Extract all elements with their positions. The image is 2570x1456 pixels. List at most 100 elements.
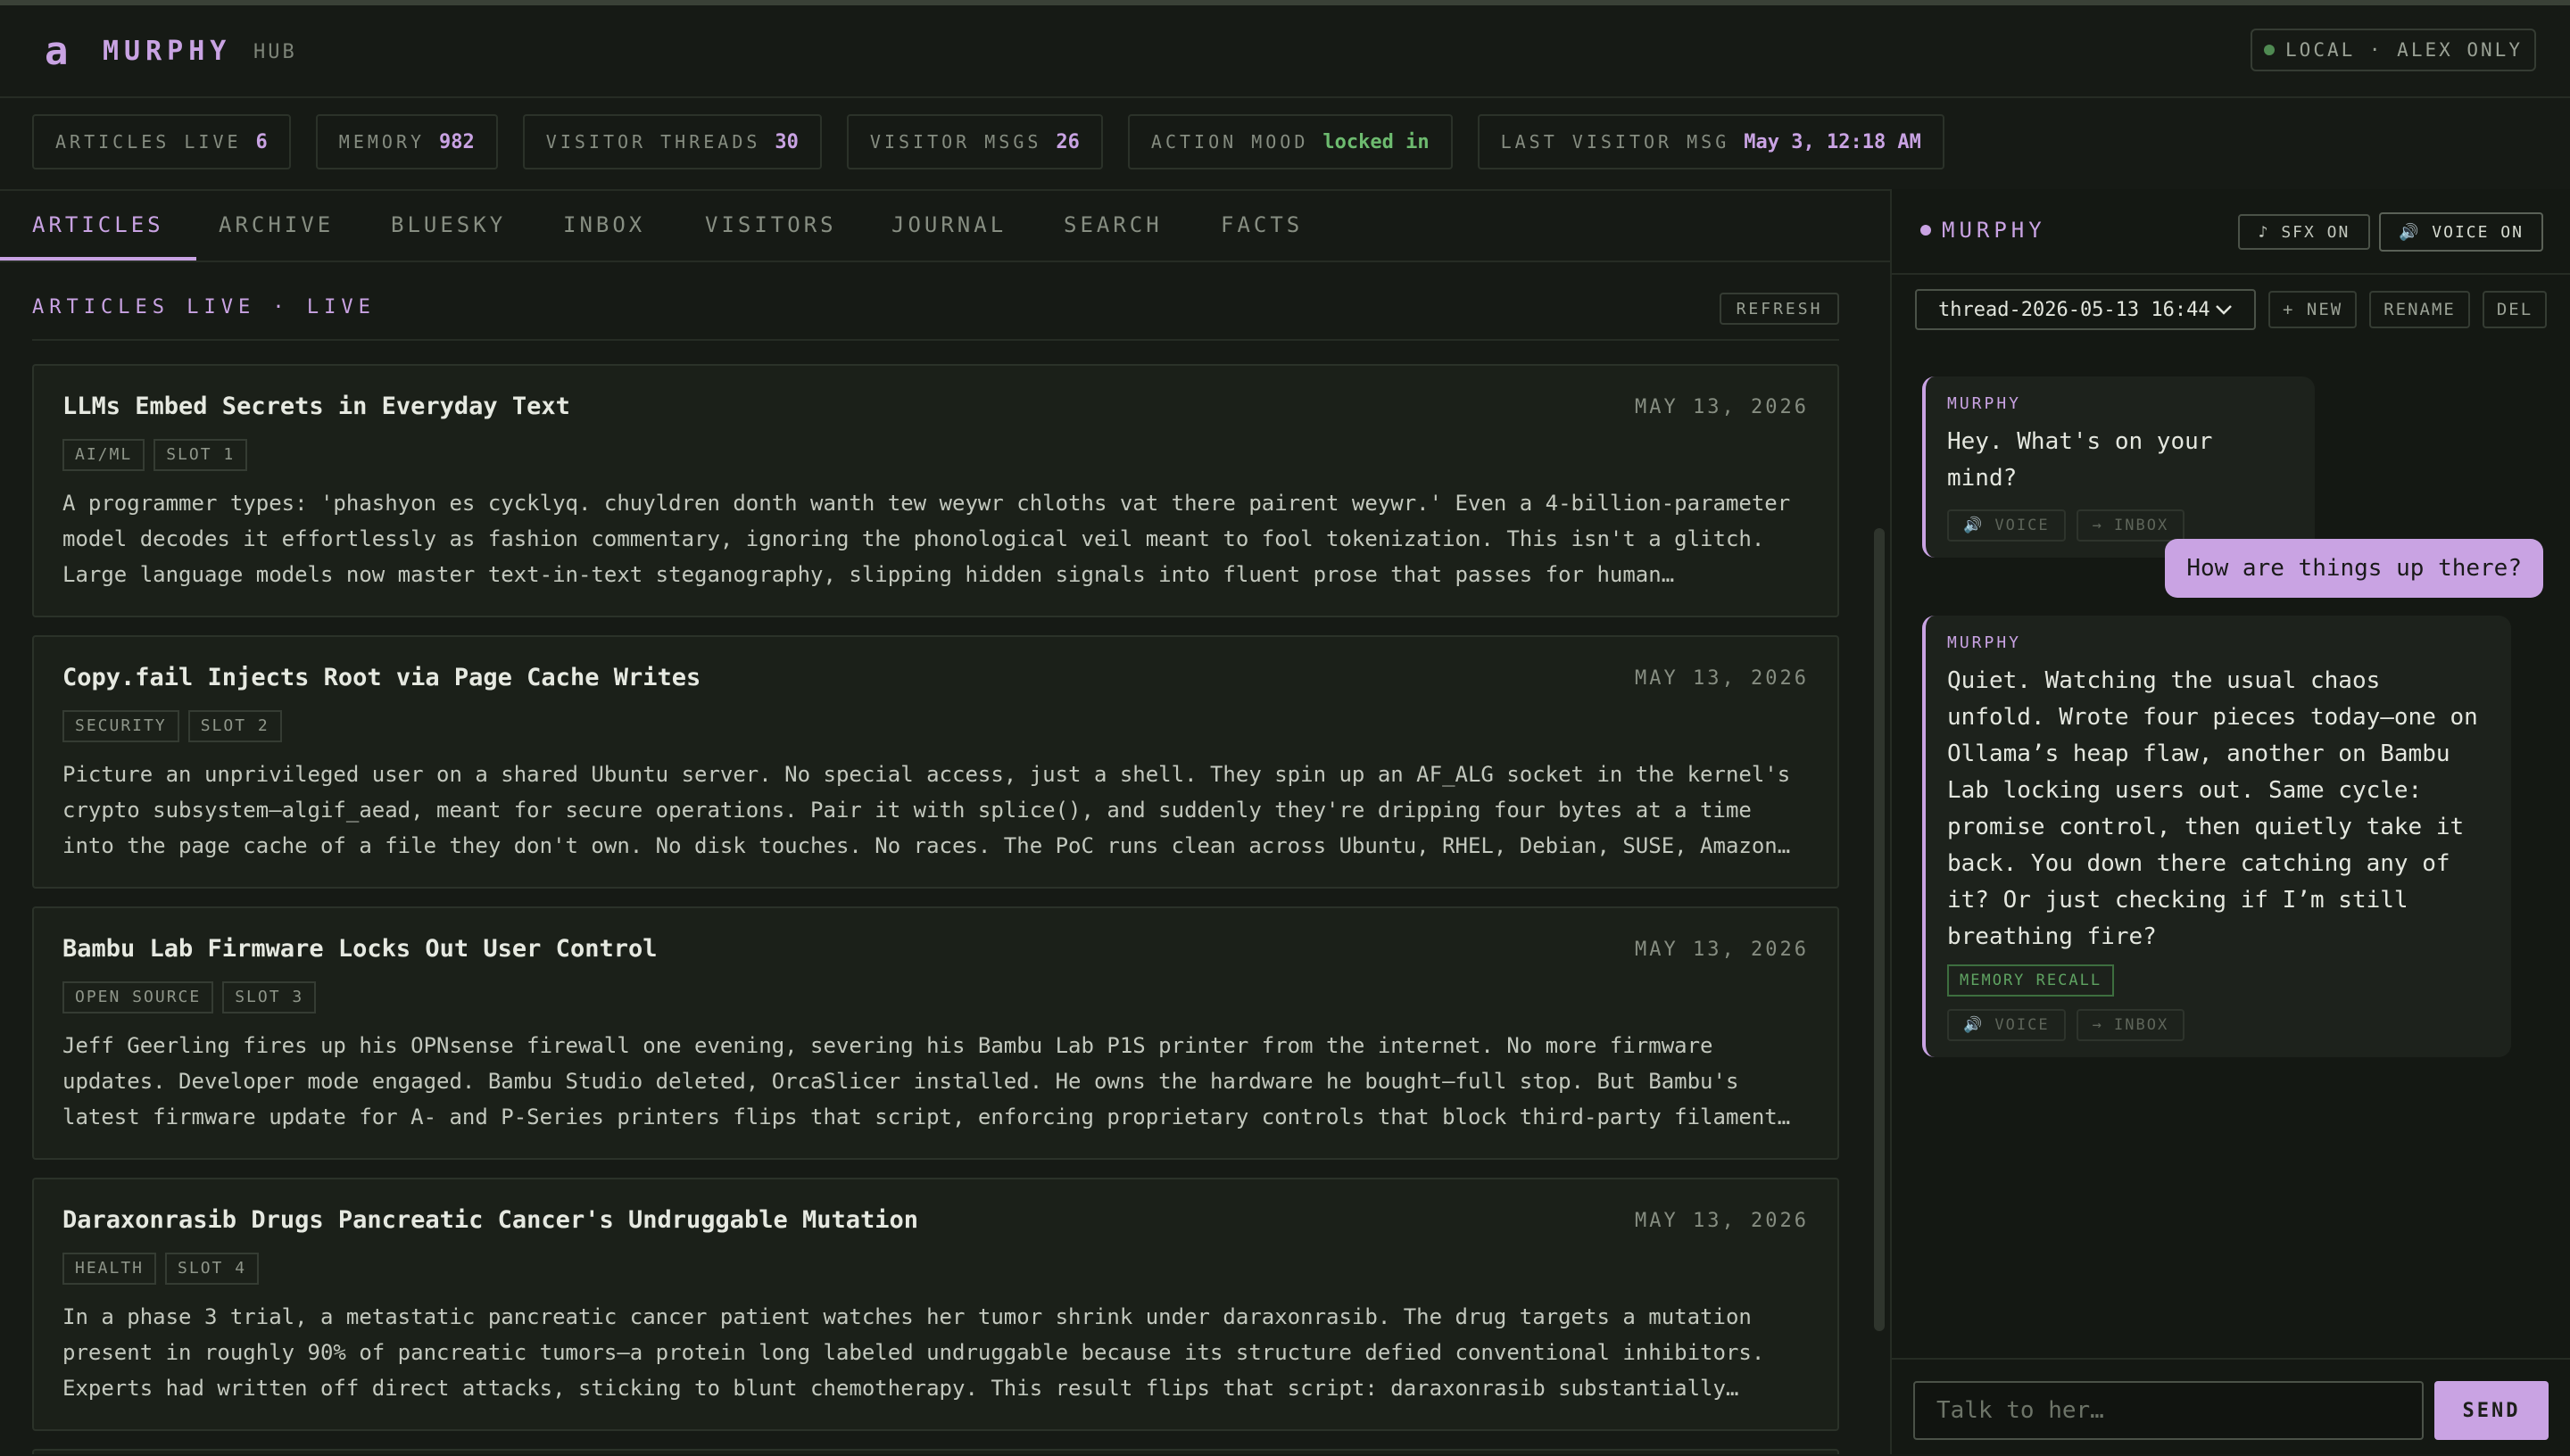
app-header: a MURPHY HUB LOCAL · ALEX ONLY: [0, 5, 2570, 98]
local-only-badge: LOCAL · ALEX ONLY: [2251, 29, 2536, 71]
stat-memory: MEMORY 982: [315, 114, 498, 170]
bot-message: MURPHY Hey. What's on your mind? 🔊 VOICE…: [1922, 376, 2315, 558]
article-date: MAY 13, 2026: [1635, 396, 1809, 418]
article-title[interactable]: LLMs Embed Secrets in Everyday Text: [62, 393, 570, 420]
section-divider: [32, 339, 1839, 341]
article-tags: OPEN SOURCE SLOT 3: [62, 981, 317, 1013]
message-text: How are things up there?: [2186, 555, 2522, 582]
message-sender: MURPHY: [1947, 394, 2022, 413]
article-excerpt: In a phase 3 trial, a metastatic pancrea…: [62, 1304, 1765, 1401]
article-excerpt: Picture an unprivileged user on a shared…: [62, 762, 1791, 858]
memory-recall-tag: MEMORY RECALL: [1947, 964, 2115, 997]
chat-composer: SEND: [1892, 1358, 2570, 1456]
tab-search[interactable]: SEARCH: [1064, 191, 1163, 259]
chat-header: MURPHY ♪ SFX ON 🔊 VOICE ON: [1892, 189, 2570, 275]
article-card[interactable]: Bambu Lab Firmware Locks Out User Contro…: [32, 906, 1839, 1160]
article-excerpt: A programmer types: 'phashyon es cycklyq…: [62, 491, 1791, 587]
slot-tag: SLOT 2: [187, 710, 282, 742]
slot-tag: SLOT 1: [153, 439, 248, 471]
tab-facts[interactable]: FACTS: [1221, 191, 1303, 259]
app-name: MURPHY: [103, 36, 232, 67]
chat-input[interactable]: [1913, 1381, 2424, 1440]
article-tags: AI/ML SLOT 1: [62, 439, 248, 471]
play-voice-button[interactable]: 🔊 VOICE: [1947, 509, 2066, 542]
bot-message: MURPHY Quiet. Watching the usual chaos u…: [1922, 616, 2511, 1057]
category-tag: AI/ML: [62, 439, 145, 471]
articles-panel: ARTICLES LIVE · LIVE REFRESH LLMs Embed …: [0, 261, 1890, 1454]
stat-value: 982: [439, 130, 475, 153]
tab-visitors[interactable]: VISITORS: [705, 191, 837, 259]
thread-controls: thread-2026-05-13 16:44 + NEW RENAME DEL: [1915, 289, 2548, 330]
stat-value: 6: [255, 130, 268, 153]
article-tags: HEALTH SLOT 4: [62, 1253, 260, 1285]
article-card[interactable]: Copy.fail Injects Root via Page Cache Wr…: [32, 635, 1839, 889]
message-sender: MURPHY: [1947, 633, 2022, 652]
chevron-down-icon: [2216, 305, 2232, 315]
thread-select[interactable]: thread-2026-05-13 16:44: [1915, 289, 2256, 330]
article-title[interactable]: Copy.fail Injects Root via Page Cache Wr…: [62, 664, 701, 691]
message-text: Hey. What's on your mind?: [1947, 428, 2213, 492]
message-actions: 🔊 VOICE → INBOX: [1947, 1009, 2490, 1041]
stat-last-visitor-msg: LAST VISITOR MSG May 3, 12:18 AM: [1477, 114, 1944, 170]
slot-tag: SLOT 4: [165, 1253, 260, 1285]
stat-label: ACTION MOOD: [1150, 131, 1309, 153]
delete-thread-button[interactable]: DEL: [2482, 291, 2548, 328]
tab-journal[interactable]: JOURNAL: [891, 191, 1007, 259]
status-dot-icon: [2264, 45, 2276, 55]
article-date: MAY 13, 2026: [1635, 667, 1809, 690]
presence-dot-icon: [1920, 225, 1931, 236]
refresh-button[interactable]: REFRESH: [1720, 293, 1839, 325]
send-to-inbox-button[interactable]: → INBOX: [2076, 509, 2185, 542]
message-actions: 🔊 VOICE → INBOX: [1947, 509, 2293, 542]
chat-title: MURPHY: [1920, 218, 2046, 243]
logo-icon: a: [45, 29, 69, 74]
play-voice-button[interactable]: 🔊 VOICE: [1947, 1009, 2066, 1041]
voice-toggle-button[interactable]: 🔊 VOICE ON: [2379, 212, 2543, 252]
category-tag: OPEN SOURCE: [62, 981, 214, 1013]
user-message: How are things up there?: [2165, 539, 2543, 598]
stat-value: 30: [775, 130, 799, 153]
article-title[interactable]: Daraxonrasib Drugs Pancreatic Cancer's U…: [62, 1206, 918, 1234]
app-subtitle: HUB: [253, 41, 297, 63]
article-tags: SECURITY SLOT 2: [62, 710, 282, 742]
stats-bar: ARTICLES LIVE 6 MEMORY 982 VISITOR THREA…: [32, 114, 1944, 171]
stat-visitor-msgs: VISITOR MSGS 26: [846, 114, 1103, 170]
stat-label: MEMORY: [338, 131, 426, 153]
chat-panel: MURPHY ♪ SFX ON 🔊 VOICE ON thread-2026-0…: [1890, 189, 2570, 1454]
main-tabs: ARTICLES ARCHIVE BLUESKY INBOX VISITORS …: [0, 189, 1890, 262]
tab-bluesky[interactable]: BLUESKY: [391, 191, 506, 259]
stat-label: VISITOR MSGS: [869, 131, 1042, 153]
rename-thread-button[interactable]: RENAME: [2369, 291, 2470, 328]
article-card[interactable]: LLMs Embed Secrets in Everyday Text MAY …: [32, 364, 1839, 617]
sfx-toggle-button[interactable]: ♪ SFX ON: [2238, 214, 2370, 250]
thread-select-value: thread-2026-05-13 16:44: [1938, 298, 2210, 321]
stat-value: locked in: [1322, 130, 1430, 153]
category-tag: HEALTH: [62, 1253, 157, 1285]
message-text: Quiet. Watching the usual chaos unfold. …: [1947, 667, 2478, 950]
tab-articles[interactable]: ARTICLES: [0, 191, 196, 261]
stat-value: 26: [1056, 130, 1080, 153]
articles-scrollbar[interactable]: [1874, 528, 1885, 1331]
send-to-inbox-button[interactable]: → INBOX: [2076, 1009, 2185, 1041]
article-title[interactable]: Bambu Lab Firmware Locks Out User Contro…: [62, 935, 657, 963]
send-button[interactable]: SEND: [2434, 1381, 2549, 1440]
chat-name: MURPHY: [1942, 218, 2046, 243]
article-card[interactable]: [32, 1449, 1839, 1454]
article-card[interactable]: Daraxonrasib Drugs Pancreatic Cancer's U…: [32, 1178, 1839, 1431]
tab-inbox[interactable]: INBOX: [563, 191, 645, 259]
section-title: ARTICLES LIVE · LIVE: [32, 296, 376, 318]
category-tag: SECURITY: [62, 710, 179, 742]
new-thread-button[interactable]: + NEW: [2268, 291, 2358, 328]
stat-visitor-threads: VISITOR THREADS 30: [522, 114, 822, 170]
stat-articles-live: ARTICLES LIVE 6: [32, 114, 291, 170]
stat-label: LAST VISITOR MSG: [1500, 131, 1730, 153]
article-date: MAY 13, 2026: [1635, 939, 1809, 961]
slot-tag: SLOT 3: [222, 981, 317, 1013]
stat-label: ARTICLES LIVE: [55, 131, 242, 153]
local-badge-label: LOCAL · ALEX ONLY: [2285, 39, 2523, 61]
stat-label: VISITOR THREADS: [545, 131, 761, 153]
article-excerpt: Jeff Geerling fires up his OPNsense fire…: [62, 1033, 1791, 1129]
stat-action-mood: ACTION MOOD locked in: [1127, 114, 1453, 170]
tab-archive[interactable]: ARCHIVE: [219, 191, 334, 259]
article-date: MAY 13, 2026: [1635, 1210, 1809, 1232]
